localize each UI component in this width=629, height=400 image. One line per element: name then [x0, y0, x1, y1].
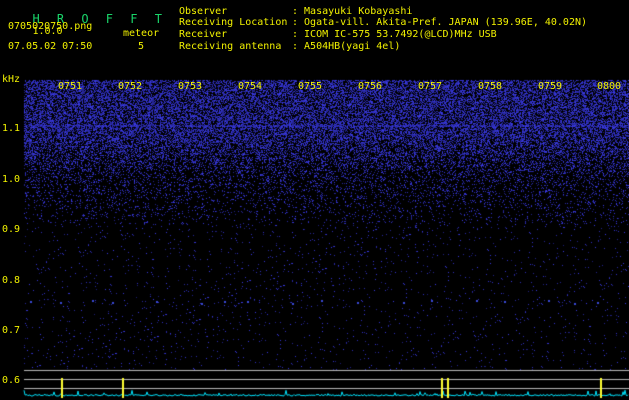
spectrogram-canvas: [0, 0, 629, 400]
axis-unit-label: kHz: [2, 74, 21, 85]
info-label-receiver: Receiver: [179, 29, 228, 40]
y-tick-label: 0.8: [2, 275, 21, 286]
info-value-location: : Ogata-vill. Akita-Pref. JAPAN (139.96E…: [292, 17, 588, 28]
info-value-receiver: : ICOM IC-575 53.7492(@LCD)MHz USB: [292, 29, 497, 40]
info-label-location: Receiving Location: [179, 17, 288, 28]
y-tick-label: 0.9: [2, 224, 21, 235]
time-tick-label: 0756: [358, 81, 383, 92]
y-tick-label: 0.6: [2, 375, 21, 386]
info-value-antenna: : A504HB(yagi 4el): [292, 41, 401, 52]
y-tick-label: 0.7: [2, 325, 21, 336]
info-label-antenna: Receiving antenna: [179, 41, 282, 52]
time-tick-label: 0800: [597, 81, 622, 92]
time-tick-label: 0759: [538, 81, 563, 92]
time-tick-label: 0753: [178, 81, 203, 92]
file-name: 0705020750.png: [8, 21, 93, 32]
y-tick-label: 1.1: [2, 123, 21, 134]
y-tick-label: 1.0: [2, 174, 21, 185]
info-label-observer: Observer: [179, 6, 228, 17]
time-tick-label: 0751: [58, 81, 83, 92]
time-tick-label: 0752: [118, 81, 143, 92]
info-value-observer: : Masayuki Kobayashi: [292, 6, 413, 17]
time-tick-label: 0755: [298, 81, 323, 92]
time-tick-label: 0758: [478, 81, 503, 92]
capture-datetime: 07.05.02 07:50: [8, 41, 93, 52]
time-tick-label: 0757: [418, 81, 443, 92]
meteor-count: 5: [138, 41, 145, 52]
meteor-label: meteor: [123, 28, 160, 39]
time-tick-label: 0754: [238, 81, 263, 92]
